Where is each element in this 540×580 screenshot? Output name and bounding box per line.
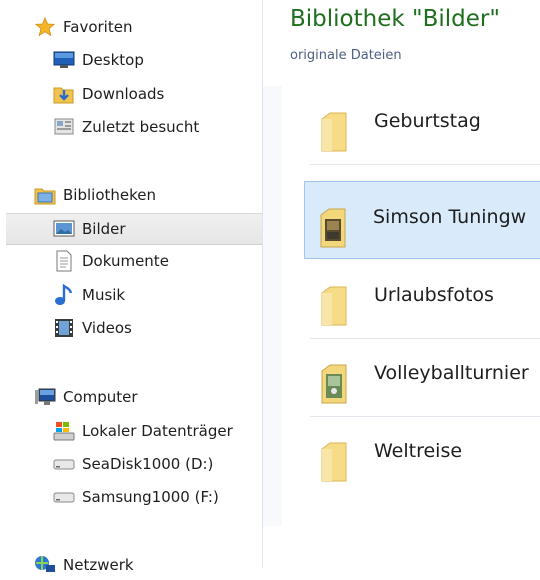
row-divider [310, 164, 540, 165]
folder-icon [320, 111, 350, 155]
network-icon [34, 554, 56, 576]
downloads-folder-icon [53, 83, 75, 105]
folder-icon [320, 441, 350, 485]
content-margin [263, 86, 282, 526]
navigation-pane: Favoriten Desktop Downloads Zuletzt besu… [0, 0, 311, 574]
nav-libraries[interactable]: Bibliotheken [0, 180, 296, 210]
nav-item-label: SeaDisk1000 (D:) [82, 455, 214, 473]
videos-library-icon [53, 317, 75, 339]
list-item-simson[interactable]: Simson Tuningw [304, 181, 540, 259]
nav-item-label: Downloads [82, 85, 165, 103]
file-name: Simson Tuningw [373, 206, 527, 228]
content-footer-area [263, 526, 540, 568]
file-list: Geburtstag Simson Tuningw Urlaubsfotos V… [282, 86, 540, 526]
image-folder-icon [319, 207, 349, 251]
nav-item-label: Zuletzt besucht [82, 118, 200, 136]
nav-item-label: Samsung1000 (F:) [82, 488, 219, 506]
nav-item-label: Desktop [82, 51, 144, 69]
nav-favorites[interactable]: Favoriten [0, 12, 296, 42]
nav-network[interactable]: Netzwerk [0, 550, 296, 580]
folder-icon [320, 285, 350, 329]
drive-icon [53, 453, 75, 475]
list-item-geburtstag[interactable]: Geburtstag [306, 86, 540, 164]
list-item-weltreise[interactable]: Weltreise [306, 416, 540, 494]
drive-icon [53, 486, 75, 508]
nav-network-label: Netzwerk [63, 556, 134, 574]
file-name: Weltreise [374, 440, 463, 462]
local-disk-icon [53, 420, 75, 442]
list-item-urlaubsfotos[interactable]: Urlaubsfotos [306, 260, 540, 338]
nav-computer[interactable]: Computer [0, 382, 296, 412]
music-library-icon [53, 284, 75, 306]
star-icon [34, 16, 56, 38]
nav-item-label: Musik [82, 286, 126, 304]
nav-favorites-label: Favoriten [63, 18, 133, 36]
desktop-icon [53, 49, 75, 71]
nav-computer-label: Computer [63, 388, 138, 406]
library-subtitle: originale Dateien [290, 48, 402, 63]
image-folder-icon [320, 363, 350, 407]
nav-libraries-label: Bibliotheken [63, 186, 156, 204]
recent-places-icon [53, 116, 75, 138]
nav-item-label: Lokaler Datenträger [82, 422, 233, 440]
file-name: Urlaubsfotos [374, 284, 494, 306]
list-item-volleyballturnier[interactable]: Volleyballturnier [306, 338, 540, 416]
libraries-icon [34, 184, 56, 206]
pictures-library-icon [53, 218, 75, 240]
file-name: Volleyballturnier [374, 362, 529, 384]
page-title: Bibliothek "Bilder" [290, 6, 500, 32]
nav-item-label: Dokumente [82, 252, 169, 270]
file-name: Geburtstag [374, 110, 481, 132]
nav-item-label: Videos [82, 319, 132, 337]
documents-library-icon [53, 250, 75, 272]
nav-item-label: Bilder [82, 220, 126, 238]
library-header: Bibliothek "Bilder" originale Dateien [263, 0, 540, 86]
computer-icon [34, 386, 56, 408]
